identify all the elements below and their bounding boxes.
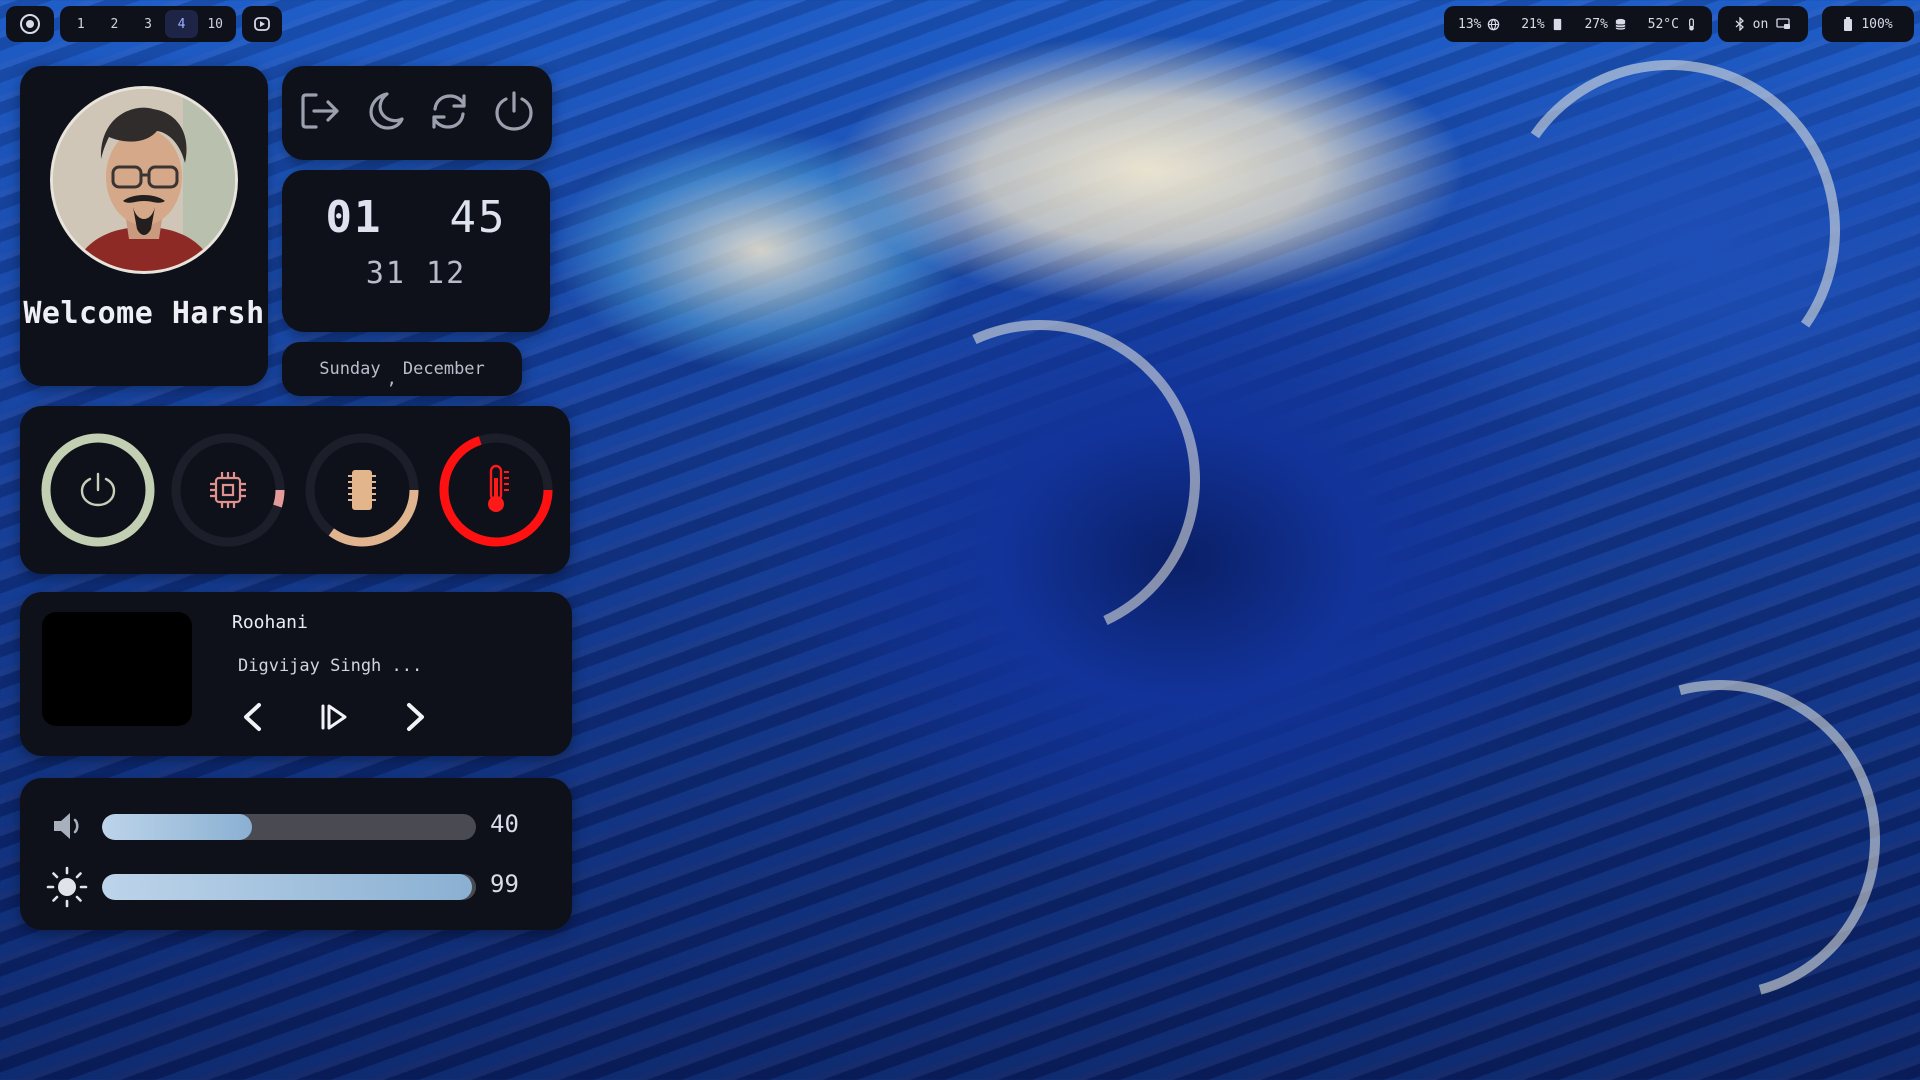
album-art: [42, 612, 192, 726]
temperature-value: 52°C: [1647, 16, 1679, 32]
brightness-slider[interactable]: [102, 874, 476, 900]
disk-icon: [1615, 18, 1626, 30]
power-icon: [495, 91, 533, 131]
brightness-value: 99: [490, 870, 519, 898]
quick-sliders: 40 99: [20, 778, 572, 930]
clock-minute: 45: [449, 192, 507, 243]
play-pause-button[interactable]: [314, 698, 354, 736]
battery-value: 100%: [1861, 16, 1893, 32]
month-name-label: December: [402, 359, 485, 379]
volume-slider[interactable]: [102, 814, 476, 840]
date-pill: Sunday , December: [282, 342, 522, 396]
next-button[interactable]: [396, 698, 436, 736]
bluetooth-icon: [1735, 17, 1744, 31]
next-icon: [407, 703, 424, 731]
volume-slider-fill: [102, 814, 252, 840]
workspace-switcher: 1 2 3 4 10: [60, 6, 236, 42]
welcome-greeting: Welcome Harsh: [23, 296, 265, 331]
network-value: 13%: [1458, 16, 1482, 32]
avatar-portrait: [53, 89, 235, 271]
memory-gauge[interactable]: [304, 432, 420, 548]
previous-icon: [244, 703, 261, 731]
logout-button[interactable]: [298, 89, 342, 137]
volume-button[interactable]: [50, 808, 86, 848]
memory-icon: [348, 470, 376, 510]
thermometer-icon: [488, 464, 509, 512]
previous-button[interactable]: [232, 698, 272, 736]
shutdown-button[interactable]: [492, 89, 536, 137]
battery-indicator[interactable]: 100%: [1822, 6, 1914, 42]
cpu-gauge[interactable]: [170, 432, 286, 548]
cpu-gauge-ring: [171, 433, 285, 547]
memory-value: 21%: [1521, 16, 1545, 32]
media-indicator-button[interactable]: [242, 6, 282, 42]
play-pause-icon: [321, 704, 347, 730]
monitor-icon: [1776, 18, 1791, 29]
track-title: Roohani: [232, 612, 308, 633]
bluetooth-toggle[interactable]: on: [1718, 6, 1808, 42]
system-gauges-panel: [20, 406, 570, 574]
brightness-button[interactable]: [46, 866, 88, 912]
launcher-button[interactable]: [6, 6, 54, 42]
day-month-display: 31 12: [282, 256, 550, 291]
moon-icon: [369, 92, 404, 130]
speaker-icon: [54, 813, 79, 839]
workspace-4[interactable]: 4: [164, 10, 199, 38]
system-stats: 13% 21% 27% 52°C: [1444, 6, 1712, 42]
volume-value: 40: [490, 810, 519, 838]
memory-gauge-ring: [305, 433, 419, 547]
brightness-slider-fill: [102, 874, 473, 900]
bluetooth-status: on: [1752, 16, 1769, 32]
workspace-3[interactable]: 3: [131, 10, 165, 38]
battery-gauge-ring: [41, 433, 155, 547]
cpu-icon: [210, 472, 246, 508]
workspace-1[interactable]: 1: [64, 10, 98, 38]
clock-day: 31: [365, 256, 406, 291]
avatar[interactable]: [50, 86, 238, 274]
clock-hour: 01: [325, 192, 383, 243]
clock-widget: 01 45 31 12: [282, 170, 550, 332]
thermometer-icon: [1689, 17, 1694, 31]
temperature-gauge-ring: [439, 433, 553, 547]
date-separator: ,: [386, 369, 397, 389]
temperature-gauge[interactable]: [438, 432, 554, 548]
time-display: 01 45: [282, 192, 550, 243]
music-player: Roohani Digvijay Singh ...: [20, 592, 572, 756]
battery-gauge[interactable]: [40, 432, 156, 548]
memory-icon: [1553, 18, 1561, 30]
disk-stat[interactable]: 27%: [1574, 17, 1636, 32]
wallpaper-wave: [1473, 33, 1867, 427]
workspace-10[interactable]: 10: [198, 10, 232, 38]
reboot-icon: [432, 94, 466, 129]
disk-value: 27%: [1584, 16, 1608, 32]
temperature-stat[interactable]: 52°C: [1638, 17, 1708, 32]
workspace-2[interactable]: 2: [98, 10, 132, 38]
battery-icon: [1844, 16, 1853, 31]
circle-dot-icon: [20, 14, 40, 34]
track-artist: Digvijay Singh ...: [238, 656, 423, 676]
weekday-label: Sunday: [319, 359, 381, 379]
sun-icon: [46, 866, 88, 908]
power-menu: [282, 66, 552, 160]
play-badge-icon: [254, 17, 270, 31]
memory-stat[interactable]: 21%: [1511, 17, 1573, 32]
wallpaper-wave: [1501, 621, 1920, 1059]
logout-icon: [301, 93, 339, 129]
power-icon: [80, 472, 116, 507]
reboot-button[interactable]: [427, 89, 471, 137]
network-stat[interactable]: 13%: [1448, 17, 1510, 32]
profile-card: Welcome Harsh: [20, 66, 268, 386]
clock-month: 12: [426, 256, 467, 291]
wallpaper-wave: [834, 274, 1246, 686]
sleep-button[interactable]: [363, 89, 407, 137]
globe-icon: [1488, 18, 1500, 30]
